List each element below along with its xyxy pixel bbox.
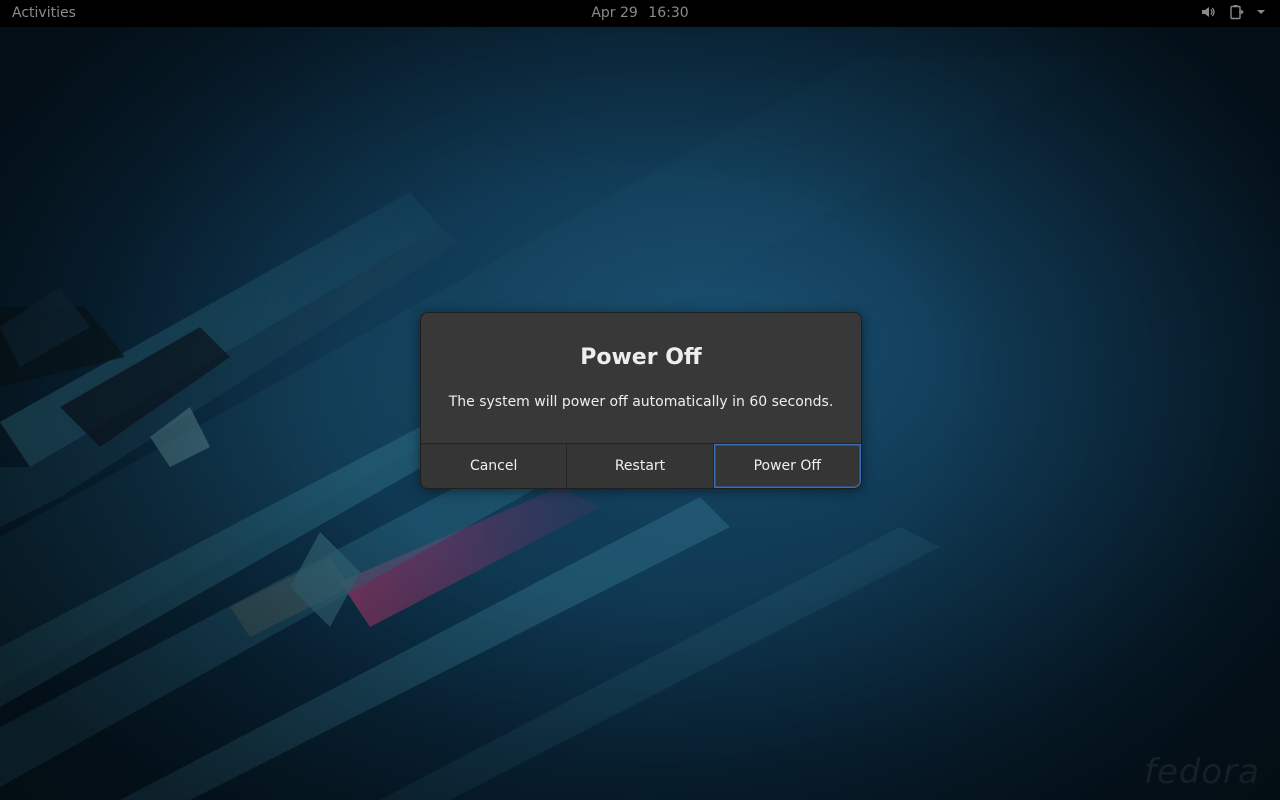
clock-button[interactable]: Apr 29 16:30: [0, 5, 1280, 21]
restart-button[interactable]: Restart: [567, 444, 714, 488]
cancel-button[interactable]: Cancel: [421, 444, 568, 488]
dialog-button-row: Cancel Restart Power Off: [421, 443, 861, 488]
system-tray[interactable]: [1200, 4, 1266, 20]
clock-date: Apr 29: [591, 5, 638, 21]
battery-icon: [1228, 4, 1244, 20]
volume-icon: [1200, 4, 1216, 20]
dropdown-arrow-icon: [1256, 4, 1266, 20]
dialog-title: Power Off: [580, 345, 702, 370]
desktop-screen: Activities Apr 29 16:30 fedora Power Off…: [0, 0, 1280, 800]
clock-time: 16:30: [648, 5, 689, 21]
power-off-dialog: Power Off The system will power off auto…: [420, 312, 862, 489]
top-bar: Activities Apr 29 16:30: [0, 0, 1280, 27]
power-off-button[interactable]: Power Off: [713, 444, 861, 488]
fedora-watermark: fedora: [1143, 752, 1260, 792]
dialog-message: The system will power off automatically …: [448, 394, 834, 410]
